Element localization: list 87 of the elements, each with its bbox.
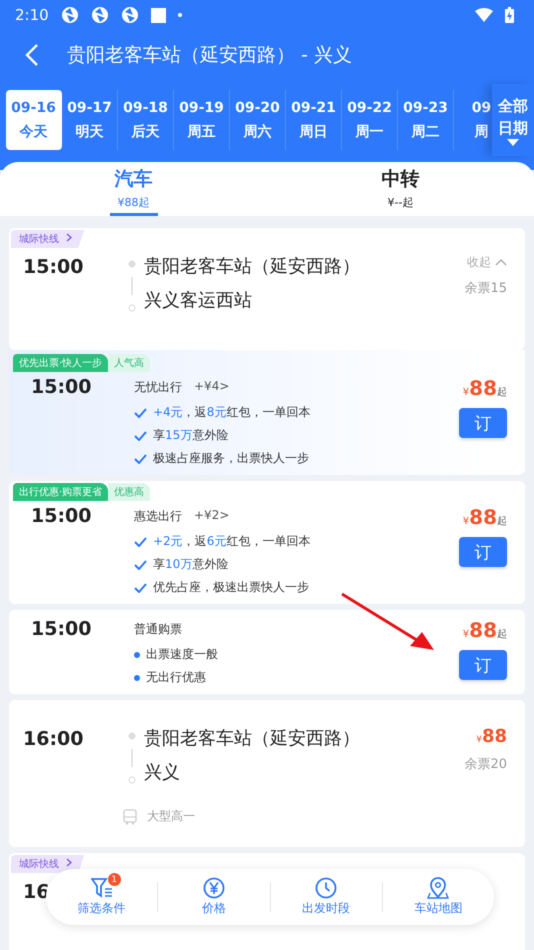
chevron-right-icon: [66, 233, 72, 242]
destination-station: 兴义: [144, 761, 181, 784]
fare-option-card[interactable]: 出行优惠·购票更省 优惠高 15:00 惠选出行 +¥2> +2元，返6元红包，一单回本 享10万意外险 优先占座，极速出票快人一步 ¥88起 订: [9, 481, 525, 604]
feature-text: 极速占座服务，出票快人一步: [153, 450, 309, 467]
origin-station: 贵阳老客车站（延安西路）: [144, 727, 360, 750]
count-badge: 1: [108, 873, 121, 886]
departure-time: 15:00: [30, 618, 92, 640]
feature-text: +4元，返8元红包，一单回本: [153, 404, 310, 421]
destination-station: 兴义客运西站: [144, 289, 253, 312]
seats-left: 余票15: [464, 280, 507, 297]
check-icon: [134, 560, 147, 570]
date-tab[interactable]: 09-19 周五: [174, 90, 230, 150]
feature-text: 享10万意外险: [153, 556, 228, 573]
departure-time: 15:00: [23, 256, 84, 278]
date-tab[interactable]: 09-16 今天: [6, 90, 62, 150]
check-icon: [134, 430, 147, 440]
fare-option-card[interactable]: 优先出票·快人一步 人气高 15:00 无忧出行 +¥4> +4元，返8元红包，一单回本 享15万意外险 极速占座服务，出票快人一步 ¥88起 订: [9, 350, 525, 475]
route-line-icon: [128, 732, 136, 786]
filter-bar-item[interactable]: 价格: [158, 877, 270, 917]
surcharge-link[interactable]: +¥2>: [194, 508, 230, 525]
date-tab[interactable]: 09-23 周二: [398, 90, 454, 150]
feature-text: 出票速度一般: [146, 646, 218, 663]
mode-tab[interactable]: 汽车 ¥88起: [0, 162, 267, 216]
square-notification-icon: [150, 8, 166, 22]
chevron-right-icon: [66, 858, 72, 867]
price: ¥88: [476, 726, 507, 747]
yuan-icon: [202, 877, 225, 899]
check-icon: [134, 582, 147, 592]
option-title: 惠选出行: [134, 508, 182, 525]
origin-station: 贵阳老客车站（延安西路）: [144, 255, 360, 278]
date-tab[interactable]: 09-20 周六: [230, 90, 286, 150]
check-icon: [134, 536, 147, 546]
surcharge-link[interactable]: +¥4>: [194, 379, 230, 396]
feature-text: 享15万意外险: [153, 427, 228, 444]
dropdown-icon: [507, 138, 519, 146]
price: ¥88起: [462, 505, 507, 529]
date-tab[interactable]: 09-18 后天: [118, 90, 174, 150]
feature-text: +2元，返6元红包，一单回本: [153, 533, 310, 550]
date-tab[interactable]: 09-17 明天: [62, 90, 118, 150]
promo-tag: 优先出票·快人一步: [13, 354, 108, 372]
dot-notification-icon: [178, 13, 182, 17]
option-title: 无忧出行: [134, 379, 182, 396]
price: ¥88起: [462, 618, 507, 642]
battery-icon: [505, 7, 514, 23]
fare-option-card[interactable]: 15:00 普通购票 出票速度一般 无出行优惠 ¥88起 订: [9, 610, 525, 694]
check-icon: [134, 408, 147, 418]
bullet-icon: [134, 652, 140, 658]
book-button[interactable]: 订: [459, 408, 507, 438]
date-tab[interactable]: 09-22 周一: [342, 90, 398, 150]
book-button[interactable]: 订: [459, 650, 507, 680]
collapse-button[interactable]: 收起: [467, 254, 507, 271]
mode-tab[interactable]: 中转 ¥--起: [267, 162, 534, 216]
all-dates-button[interactable]: 全部日期: [492, 84, 534, 156]
clock-icon: [315, 877, 338, 899]
seats-left: 余票20: [464, 756, 507, 773]
app-notification-icon: [90, 6, 109, 24]
bullet-icon: [134, 674, 140, 680]
promo-tag: 人气高: [108, 354, 150, 372]
route-line-icon: [128, 260, 136, 314]
back-icon[interactable]: [25, 43, 39, 67]
departure-time: 15:00: [30, 376, 92, 398]
filter-icon: [90, 877, 113, 899]
app-notification-icon: [60, 6, 79, 24]
route-tag: 城际快线: [11, 230, 84, 248]
app-notification-icon: [120, 6, 139, 24]
feature-text: 优先占座，极速出票快人一步: [153, 579, 309, 596]
filter-bar-item[interactable]: 车站地图: [382, 877, 494, 917]
location-pin-icon: [427, 877, 450, 899]
chevron-up-icon: [495, 258, 507, 266]
bus-icon: [123, 808, 137, 824]
check-icon: [134, 454, 147, 464]
departure-time: 16:00: [23, 728, 84, 750]
feature-text: 无出行优惠: [146, 669, 206, 686]
bus-type: 大型高一: [147, 808, 195, 825]
status-time: 2:10: [15, 6, 49, 24]
page-title: 贵阳老客车站（延安西路） - 兴义: [67, 43, 352, 68]
trip-card[interactable]: 16:00 贵阳老客车站（延安西路） 兴义 ¥88 余票20 大型高一: [9, 700, 525, 847]
price: ¥88起: [462, 376, 507, 400]
departure-time: 15:00: [30, 505, 92, 527]
book-button[interactable]: 订: [459, 537, 507, 567]
date-tab[interactable]: 09-21 周日: [286, 90, 342, 150]
promo-tag: 优惠高: [108, 483, 150, 501]
option-title: 普通购票: [134, 621, 182, 638]
wifi-icon: [475, 8, 493, 22]
filter-bar-item[interactable]: 出发时段: [270, 877, 382, 917]
promo-tag: 出行优惠·购票更省: [13, 483, 108, 501]
trip-card[interactable]: 城际快线 15:00 贵阳老客车站（延安西路） 兴义客运西站 收起 余票15: [9, 228, 525, 350]
